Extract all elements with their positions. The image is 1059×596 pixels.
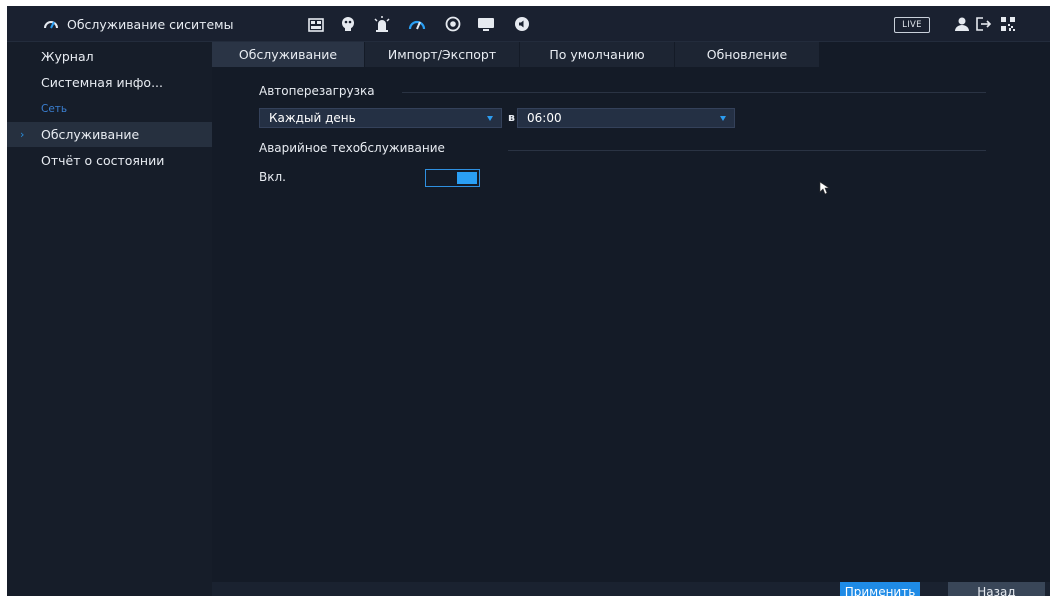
mouse-pointer-icon xyxy=(819,180,831,199)
reboot-time-select[interactable]: 06:00 xyxy=(517,108,735,128)
film-icon[interactable] xyxy=(304,12,328,36)
dropdown-caret-icon xyxy=(487,116,493,121)
reboot-time-value: 06:00 xyxy=(527,111,562,125)
user-icon[interactable] xyxy=(950,12,974,36)
app-window: Обслуживание сиситемы LIVE Журнал Систем… xyxy=(7,6,1050,596)
tab-bar: Обслуживание Импорт/Экспорт По умолчанию… xyxy=(212,42,820,67)
alarm-icon[interactable] xyxy=(370,12,394,36)
tab-default[interactable]: По умолчанию xyxy=(520,42,675,67)
tab-maintenance[interactable]: Обслуживание xyxy=(212,42,365,67)
at-label: в xyxy=(508,111,515,124)
sidebar-item-label: Обслуживание xyxy=(41,127,140,142)
sidebar-item-maintenance[interactable]: › Обслуживание xyxy=(7,122,212,147)
dropdown-caret-icon xyxy=(720,116,726,121)
sidebar: Журнал Системная инфо... Сеть › Обслужив… xyxy=(7,42,212,596)
logout-icon[interactable] xyxy=(972,12,996,36)
footer-bar xyxy=(212,582,1050,596)
reboot-day-select[interactable]: Каждый день xyxy=(259,108,502,128)
page-title: Обслуживание сиситемы xyxy=(67,16,234,32)
speaker-icon[interactable] xyxy=(510,12,534,36)
tab-label: Обслуживание xyxy=(238,47,338,62)
back-button[interactable]: Назад xyxy=(948,582,1045,596)
sidebar-item-log[interactable]: Журнал xyxy=(7,44,212,69)
sidebar-item-label: Журнал xyxy=(41,49,94,64)
sidebar-item-label: Системная инфо... xyxy=(41,75,164,90)
emergency-toggle[interactable] xyxy=(425,169,480,187)
tab-label: Импорт/Экспорт xyxy=(387,47,497,62)
auto-reboot-heading: Автоперезагрузка xyxy=(259,84,375,98)
face-icon[interactable] xyxy=(336,12,360,36)
live-button[interactable]: LIVE xyxy=(894,17,930,33)
qr-icon[interactable] xyxy=(996,12,1020,36)
gauge-icon xyxy=(43,15,59,34)
chevron-right-icon: › xyxy=(20,128,25,141)
sidebar-item-label: Отчёт о состоянии xyxy=(41,153,165,168)
main-panel: Обслуживание Импорт/Экспорт По умолчанию… xyxy=(212,42,1050,596)
reboot-day-value: Каждый день xyxy=(269,111,356,125)
enable-label: Вкл. xyxy=(259,170,286,184)
sidebar-item-status-report[interactable]: Отчёт о состоянии xyxy=(7,148,212,173)
apply-button[interactable]: Применить xyxy=(840,582,920,596)
tab-label: По умолчанию xyxy=(549,47,645,62)
emergency-maintenance-heading: Аварийное техобслуживание xyxy=(259,141,445,155)
sidebar-item-network[interactable]: Сеть xyxy=(7,96,212,121)
tab-import-export[interactable]: Импорт/Экспорт xyxy=(365,42,520,67)
monitor-icon[interactable] xyxy=(474,12,498,36)
window-title: Обслуживание сиситемы xyxy=(43,6,233,42)
gauge-icon[interactable] xyxy=(405,12,429,36)
sidebar-item-system-info[interactable]: Системная инфо... xyxy=(7,70,212,95)
disk-icon[interactable] xyxy=(441,12,465,36)
section-divider xyxy=(508,150,986,151)
toggle-knob xyxy=(457,172,477,184)
tab-label: Обновление xyxy=(706,47,788,62)
sidebar-item-label: Сеть xyxy=(41,102,68,115)
tab-update[interactable]: Обновление xyxy=(675,42,820,67)
section-divider xyxy=(402,92,986,93)
top-bar: Обслуживание сиситемы LIVE xyxy=(7,6,1050,42)
